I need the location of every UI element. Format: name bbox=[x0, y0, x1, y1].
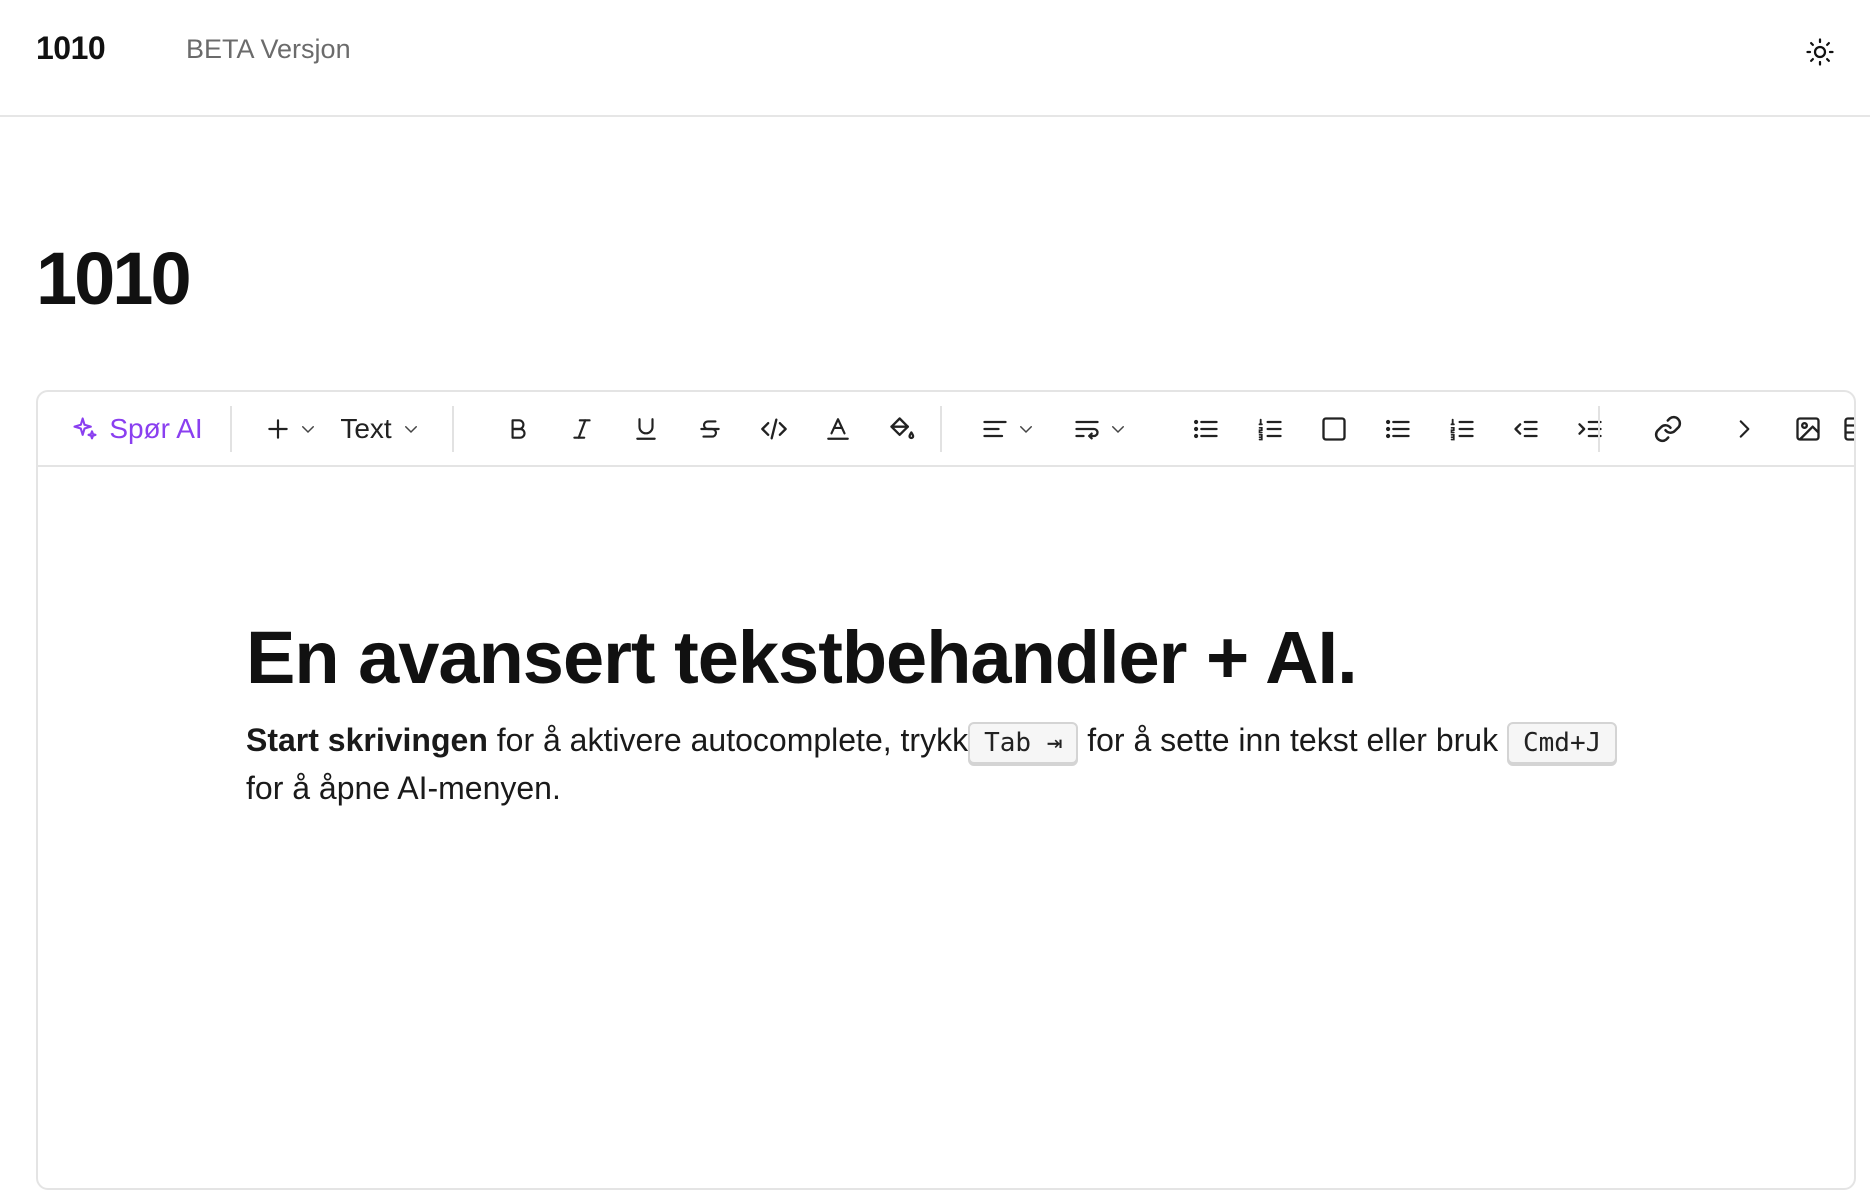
beta-label: BETA Versjon bbox=[186, 34, 351, 64]
align-left-icon bbox=[981, 415, 1009, 443]
cmd-j-key-hint: Cmd+J bbox=[1506, 721, 1618, 764]
text-color-button[interactable] bbox=[812, 404, 864, 454]
align-dropdown[interactable] bbox=[968, 404, 1048, 454]
chevron-down-icon bbox=[1109, 420, 1127, 438]
intro-paragraph[interactable]: Start skrivingen for å aktivere autocomp… bbox=[246, 716, 1646, 812]
text-style-dropdown[interactable]: Text bbox=[330, 404, 430, 454]
outdent-icon bbox=[1512, 415, 1540, 443]
italic-button[interactable] bbox=[556, 404, 608, 454]
plus-icon bbox=[265, 416, 291, 442]
bold-icon bbox=[505, 416, 531, 442]
toolbar-divider bbox=[230, 406, 232, 452]
code-icon bbox=[760, 415, 788, 443]
underline-button[interactable] bbox=[620, 404, 672, 454]
ordered-list-icon bbox=[1448, 415, 1476, 443]
toolbar-divider bbox=[1598, 406, 1600, 452]
link-icon bbox=[1653, 414, 1683, 444]
link-button[interactable] bbox=[1642, 404, 1694, 454]
bullet-list-button[interactable] bbox=[1372, 404, 1424, 454]
page-title: 1010 bbox=[36, 236, 192, 320]
theme-toggle-button[interactable] bbox=[1802, 34, 1838, 70]
insert-table-button[interactable] bbox=[1830, 404, 1854, 454]
line-height-dropdown[interactable] bbox=[1060, 404, 1140, 454]
strikethrough-icon bbox=[697, 416, 723, 442]
more-tools-button[interactable] bbox=[1718, 404, 1770, 454]
bullet-list-icon bbox=[1192, 415, 1220, 443]
code-button[interactable] bbox=[748, 404, 800, 454]
tab-key-hint: Tab ⇥ bbox=[968, 721, 1079, 764]
rich-text-editor: Spør AI Text En avansert tekstbehandler … bbox=[36, 390, 1856, 1190]
underline-icon bbox=[633, 416, 659, 442]
line-wrap-icon bbox=[1073, 415, 1101, 443]
insert-block-button[interactable] bbox=[256, 404, 326, 454]
bold-button[interactable] bbox=[492, 404, 544, 454]
top-bar: 1010 BETA Versjon bbox=[0, 0, 1870, 117]
highlight-icon bbox=[888, 415, 916, 443]
toolbar-divider bbox=[940, 406, 942, 452]
chevron-down-icon bbox=[299, 420, 317, 438]
paragraph-text: for å aktivere autocomplete, trykk bbox=[487, 722, 969, 759]
image-icon bbox=[1794, 415, 1822, 443]
document-heading[interactable]: En avansert tekstbehandler + AI. bbox=[246, 617, 1646, 699]
insert-image-button[interactable] bbox=[1782, 404, 1834, 454]
italic-icon bbox=[569, 416, 595, 442]
chevron-down-icon bbox=[1017, 420, 1035, 438]
table-icon bbox=[1842, 415, 1854, 443]
strikethrough-button[interactable] bbox=[684, 404, 736, 454]
sun-icon bbox=[1805, 37, 1835, 67]
ordered-list-button[interactable] bbox=[1436, 404, 1488, 454]
text-style-label: Text bbox=[340, 413, 392, 444]
ordered-list-button[interactable] bbox=[1244, 404, 1296, 454]
chevron-right-icon bbox=[1731, 416, 1757, 442]
bullet-list-icon bbox=[1384, 415, 1412, 443]
paragraph-text: for å sette inn tekst eller bruk bbox=[1078, 722, 1507, 759]
toolbar-divider bbox=[452, 406, 454, 452]
bold-text: Start skrivingen bbox=[246, 722, 488, 759]
indent-button[interactable] bbox=[1564, 404, 1616, 454]
ordered-list-icon bbox=[1256, 415, 1284, 443]
brand-logo[interactable]: 1010 bbox=[36, 30, 106, 67]
sparkles-icon bbox=[71, 415, 99, 443]
editor-toolbar: Spør AI Text bbox=[38, 392, 1854, 467]
ask-ai-label: Spør AI bbox=[109, 413, 203, 444]
editor-content[interactable]: En avansert tekstbehandler + AI. Start s… bbox=[246, 617, 1646, 844]
task-list-button[interactable] bbox=[1308, 404, 1360, 454]
text-color-icon bbox=[825, 416, 851, 442]
bullet-list-button[interactable] bbox=[1180, 404, 1232, 454]
outdent-button[interactable] bbox=[1500, 404, 1552, 454]
paragraph-text: for å åpne AI-menyen. bbox=[246, 770, 561, 807]
ask-ai-button[interactable]: Spør AI bbox=[62, 404, 212, 454]
highlight-button[interactable] bbox=[876, 404, 928, 454]
chevron-down-icon bbox=[402, 420, 420, 438]
checkbox-icon bbox=[1320, 415, 1348, 443]
